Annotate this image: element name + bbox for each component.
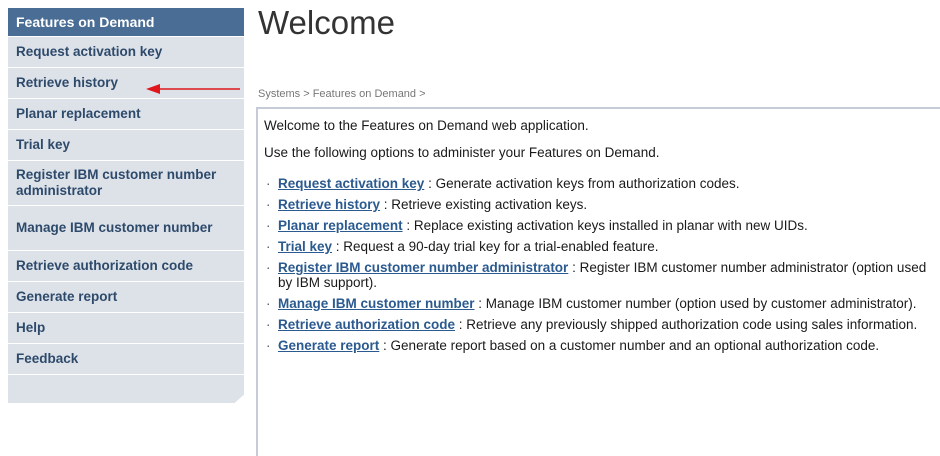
list-item: · Retrieve history : Retrieve existing ac… — [264, 197, 940, 212]
link-register-ibm-customer-number-administrator[interactable]: Register IBM customer number administrat… — [278, 260, 568, 275]
bullet-icon: · — [266, 239, 271, 254]
sidebar-item-generate-report[interactable]: Generate report — [8, 282, 244, 313]
content-panel: Welcome to the Features on Demand web ap… — [256, 107, 940, 456]
options-list: · Request activation key : Generate activ… — [264, 176, 940, 353]
sidebar-nav: Features on Demand Request activation ke… — [8, 8, 244, 403]
sidebar-item-help[interactable]: Help — [8, 313, 244, 344]
option-description: : Request a 90-day trial key for a trial… — [332, 239, 659, 254]
list-item: · Request activation key : Generate activ… — [264, 176, 940, 191]
bullet-icon: · — [266, 176, 271, 191]
option-description: : Generate report based on a customer nu… — [379, 338, 880, 353]
bullet-icon: · — [266, 218, 271, 233]
sidebar-footer — [8, 375, 244, 403]
link-manage-ibm-customer-number[interactable]: Manage IBM customer number — [278, 296, 475, 311]
annotation-arrow-icon — [146, 84, 240, 94]
bullet-icon: · — [266, 317, 271, 332]
sidebar-item-planar-replacement[interactable]: Planar replacement — [8, 99, 244, 130]
link-request-activation-key[interactable]: Request activation key — [278, 176, 424, 191]
list-item: · Register IBM customer number administra… — [264, 260, 940, 290]
breadcrumb: Systems > Features on Demand > — [258, 88, 426, 100]
list-item: · Manage IBM customer number : Manage IBM… — [264, 296, 940, 311]
link-retrieve-authorization-code[interactable]: Retrieve authorization code — [278, 317, 455, 332]
page-title: Welcome — [258, 4, 395, 41]
link-generate-report[interactable]: Generate report — [278, 338, 379, 353]
list-item: · Trial key : Request a 90-day trial key … — [264, 239, 940, 254]
link-retrieve-history[interactable]: Retrieve history — [278, 197, 380, 212]
list-item: · Generate report : Generate report based… — [264, 338, 940, 353]
list-item: · Planar replacement : Replace existing a… — [264, 218, 940, 233]
option-description: : Retrieve any previously shipped author… — [455, 317, 918, 332]
sidebar-item-feedback[interactable]: Feedback — [8, 344, 244, 375]
list-item: · Retrieve authorization code : Retrieve … — [264, 317, 940, 332]
bullet-icon: · — [266, 260, 271, 275]
bullet-icon: · — [266, 296, 271, 311]
option-description: : Manage IBM customer number (option use… — [474, 296, 917, 311]
sidebar-item-register-ibm-customer-number-administrator[interactable]: Register IBM customer number administrat… — [8, 161, 244, 206]
option-description: : Generate activation keys from authoriz… — [424, 176, 740, 191]
intro-instructions: Use the following options to administer … — [264, 145, 660, 160]
sidebar-item-trial-key[interactable]: Trial key — [8, 130, 244, 161]
bullet-icon: · — [266, 338, 271, 353]
sidebar-item-retrieve-authorization-code[interactable]: Retrieve authorization code — [8, 251, 244, 282]
option-description: : Replace existing activation keys insta… — [402, 218, 808, 233]
link-trial-key[interactable]: Trial key — [278, 239, 332, 254]
link-planar-replacement[interactable]: Planar replacement — [278, 218, 403, 233]
sidebar-item-request-activation-key[interactable]: Request activation key — [8, 37, 244, 68]
sidebar-header: Features on Demand — [8, 8, 244, 37]
sidebar-item-manage-ibm-customer-number[interactable]: Manage IBM customer number — [8, 206, 244, 251]
bullet-icon: · — [266, 197, 271, 212]
option-description: : Retrieve existing activation keys. — [380, 197, 588, 212]
intro-text: Welcome to the Features on Demand web ap… — [264, 118, 589, 133]
